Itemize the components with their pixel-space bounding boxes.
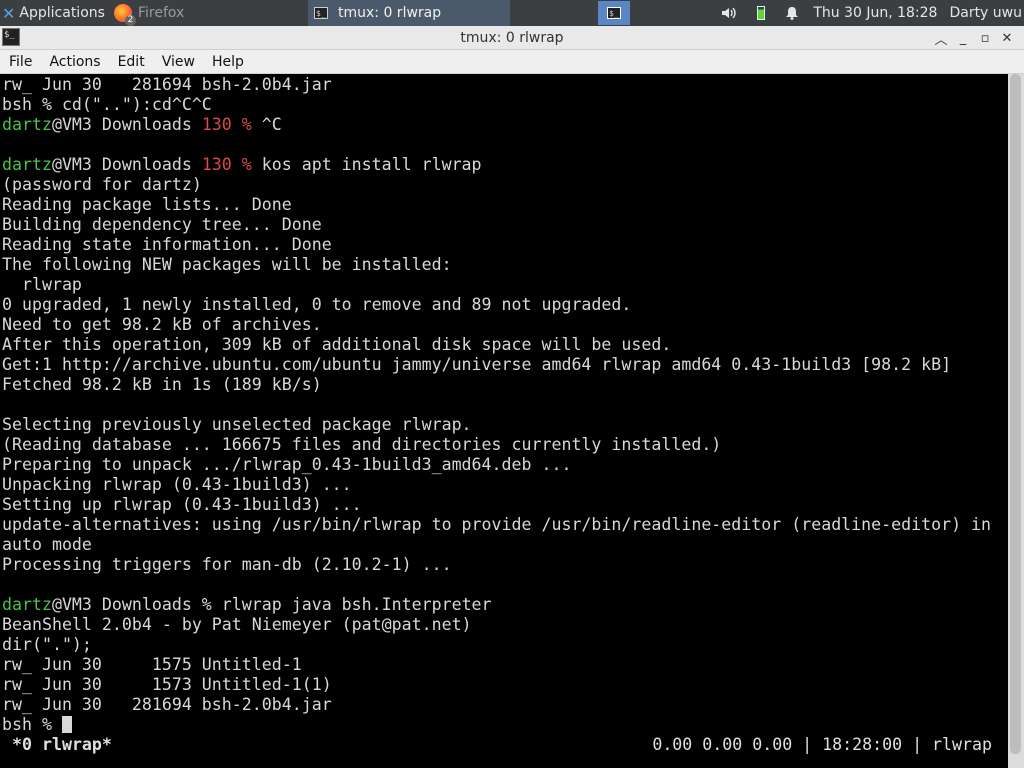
terminal-area[interactable]: rw_ Jun 30 281694 bsh-2.0b4.jar bsh % cd… [0, 74, 1008, 768]
terminal-line: Reading package lists... Done [2, 195, 292, 214]
terminal-line: dir("."); [2, 635, 92, 654]
firefox-icon: 2 [114, 4, 136, 26]
tmux-window-name[interactable]: *0 rlwrap* [12, 735, 112, 755]
terminal-line: After this operation, 309 kB of addition… [2, 335, 672, 354]
terminal-scrollbar[interactable] [1008, 74, 1024, 768]
workspace-switcher[interactable]: $_ [598, 1, 630, 25]
taskbar-firefox-label: Firefox [138, 5, 185, 21]
prompt-line: dartz@VM3 Downloads 130 % ^C [2, 115, 991, 135]
window-count-badge: 2 [125, 15, 136, 26]
menu-edit[interactable]: Edit [109, 54, 153, 70]
window-titlebar[interactable]: $_ tmux: 0 rlwrap ︿ _ ▫ ✕ [0, 26, 1024, 50]
prompt-user: dartz [2, 595, 52, 614]
terminal-line: 0 upgraded, 1 newly installed, 0 to remo… [2, 295, 632, 314]
window-title: tmux: 0 rlwrap [460, 29, 564, 46]
prompt-user: dartz [2, 115, 52, 134]
prompt-line: dartz@VM3 Downloads 130 % kos apt instal… [2, 155, 991, 175]
menu-file[interactable]: File [0, 54, 40, 70]
terminal-line: (Reading database ... 166675 files and d… [2, 435, 722, 454]
menu-help[interactable]: Help [203, 54, 252, 70]
shade-icon[interactable]: ︿ [930, 29, 952, 48]
terminal-line: update-alternatives: using /usr/bin/rlwr… [2, 515, 992, 534]
prompt-exit-code: 130 % [201, 155, 252, 174]
notification-bell-icon[interactable] [785, 6, 799, 20]
prompt-user: dartz [2, 155, 52, 174]
applications-label: Applications [19, 5, 105, 21]
prompt-line: dartz@VM3 Downloads % rlwrap java bsh.In… [2, 595, 991, 615]
terminal-line: bsh % cd(".."):cd^C^C [2, 95, 212, 114]
workspace-terminal-icon: $_ [607, 7, 621, 19]
terminal-line: Setting up rlwrap (0.43-1build3) ... [2, 495, 362, 514]
terminal-line: (password for dartz) [2, 175, 202, 194]
terminal-line: BeanShell 2.0b4 - by Pat Niemeyer (pat@p… [2, 615, 472, 634]
terminal-line: Unpacking rlwrap (0.43-1build3) ... [2, 475, 352, 494]
terminal-line: Get:1 http://archive.ubuntu.com/ubuntu j… [2, 355, 952, 374]
bsh-prompt-line[interactable]: bsh % [2, 715, 991, 735]
prompt-command: kos apt install rlwrap [251, 155, 482, 174]
prompt-host: @VM3 Downloads % [51, 595, 222, 614]
terminal-line: rw_ Jun 30 1575 Untitled-1 [2, 655, 302, 674]
text-cursor [61, 716, 72, 733]
tmux-status-bar: *0 rlwrap* 0.00 0.00 0.00 | 18:28:00 | r… [0, 735, 1008, 755]
system-tray: Thu 30 Jun, 18:28 Darty uwu [711, 0, 1024, 26]
minimize-icon[interactable]: _ [952, 31, 974, 46]
prompt-command: rlwrap java bsh.Interpreter [221, 595, 492, 614]
terminal-line: rw_ Jun 30 281694 bsh-2.0b4.jar [2, 695, 332, 714]
terminal-line: Preparing to unpack .../rlwrap_0.43-1bui… [2, 455, 572, 474]
terminal-line: Building dependency tree... Done [2, 215, 322, 234]
terminal-line: auto mode [2, 535, 92, 554]
top-panel: ✕ Applications 2 Firefox $_ tmux: 0 rlwr… [0, 0, 1024, 26]
terminal-line: rw_ Jun 30 1573 Untitled-1(1) [2, 675, 332, 694]
tmux-status-right: 0.00 0.00 0.00 | 18:28:00 | rlwrap [652, 735, 992, 754]
terminal-line: Reading state information... Done [2, 235, 332, 254]
terminal-line: The following NEW packages will be insta… [2, 255, 452, 274]
terminal-line: Fetched 98.2 kB in 1s (189 kB/s) [2, 375, 322, 394]
xfce-logo-icon: ✕ [2, 3, 16, 23]
terminal-line: Selecting previously unselected package … [2, 415, 472, 434]
terminal-line: Need to get 98.2 kB of archives. [2, 315, 322, 334]
clock[interactable]: Thu 30 Jun, 18:28 [813, 5, 937, 21]
prompt-exit-code: 130 % [201, 115, 252, 134]
window-terminal-icon[interactable]: $_ [2, 28, 20, 46]
applications-menu[interactable]: ✕ Applications [0, 0, 110, 26]
prompt-command: ^C [251, 115, 282, 134]
menu-view[interactable]: View [153, 54, 203, 70]
user-menu[interactable]: Darty uwu [949, 5, 1022, 21]
terminal-line: rlwrap [2, 275, 82, 294]
terminal-line: rw_ Jun 30 281694 bsh-2.0b4.jar [2, 75, 332, 94]
menu-bar: File Actions Edit View Help [0, 50, 1024, 74]
prompt-host: @VM3 Downloads [51, 155, 202, 174]
volume-icon[interactable] [721, 6, 737, 20]
scrollbar-thumb[interactable] [1010, 74, 1021, 754]
window-controls: ︿ _ ▫ ✕ [930, 26, 1018, 50]
terminal-line: Processing triggers for man-db (2.10.2-1… [2, 555, 452, 574]
bsh-prompt: bsh % [2, 715, 62, 734]
battery-icon[interactable] [757, 6, 766, 20]
maximize-icon[interactable]: ▫ [974, 31, 996, 46]
taskbar-tmux-label: tmux: 0 rlwrap [338, 5, 442, 21]
taskbar-tmux[interactable]: $_ tmux: 0 rlwrap [308, 0, 510, 26]
terminal-icon: $_ [314, 7, 328, 19]
taskbar-firefox[interactable]: 2 Firefox [110, 0, 308, 26]
close-icon[interactable]: ✕ [996, 31, 1018, 46]
menu-actions[interactable]: Actions [40, 54, 108, 70]
prompt-host: @VM3 Downloads [51, 115, 202, 134]
